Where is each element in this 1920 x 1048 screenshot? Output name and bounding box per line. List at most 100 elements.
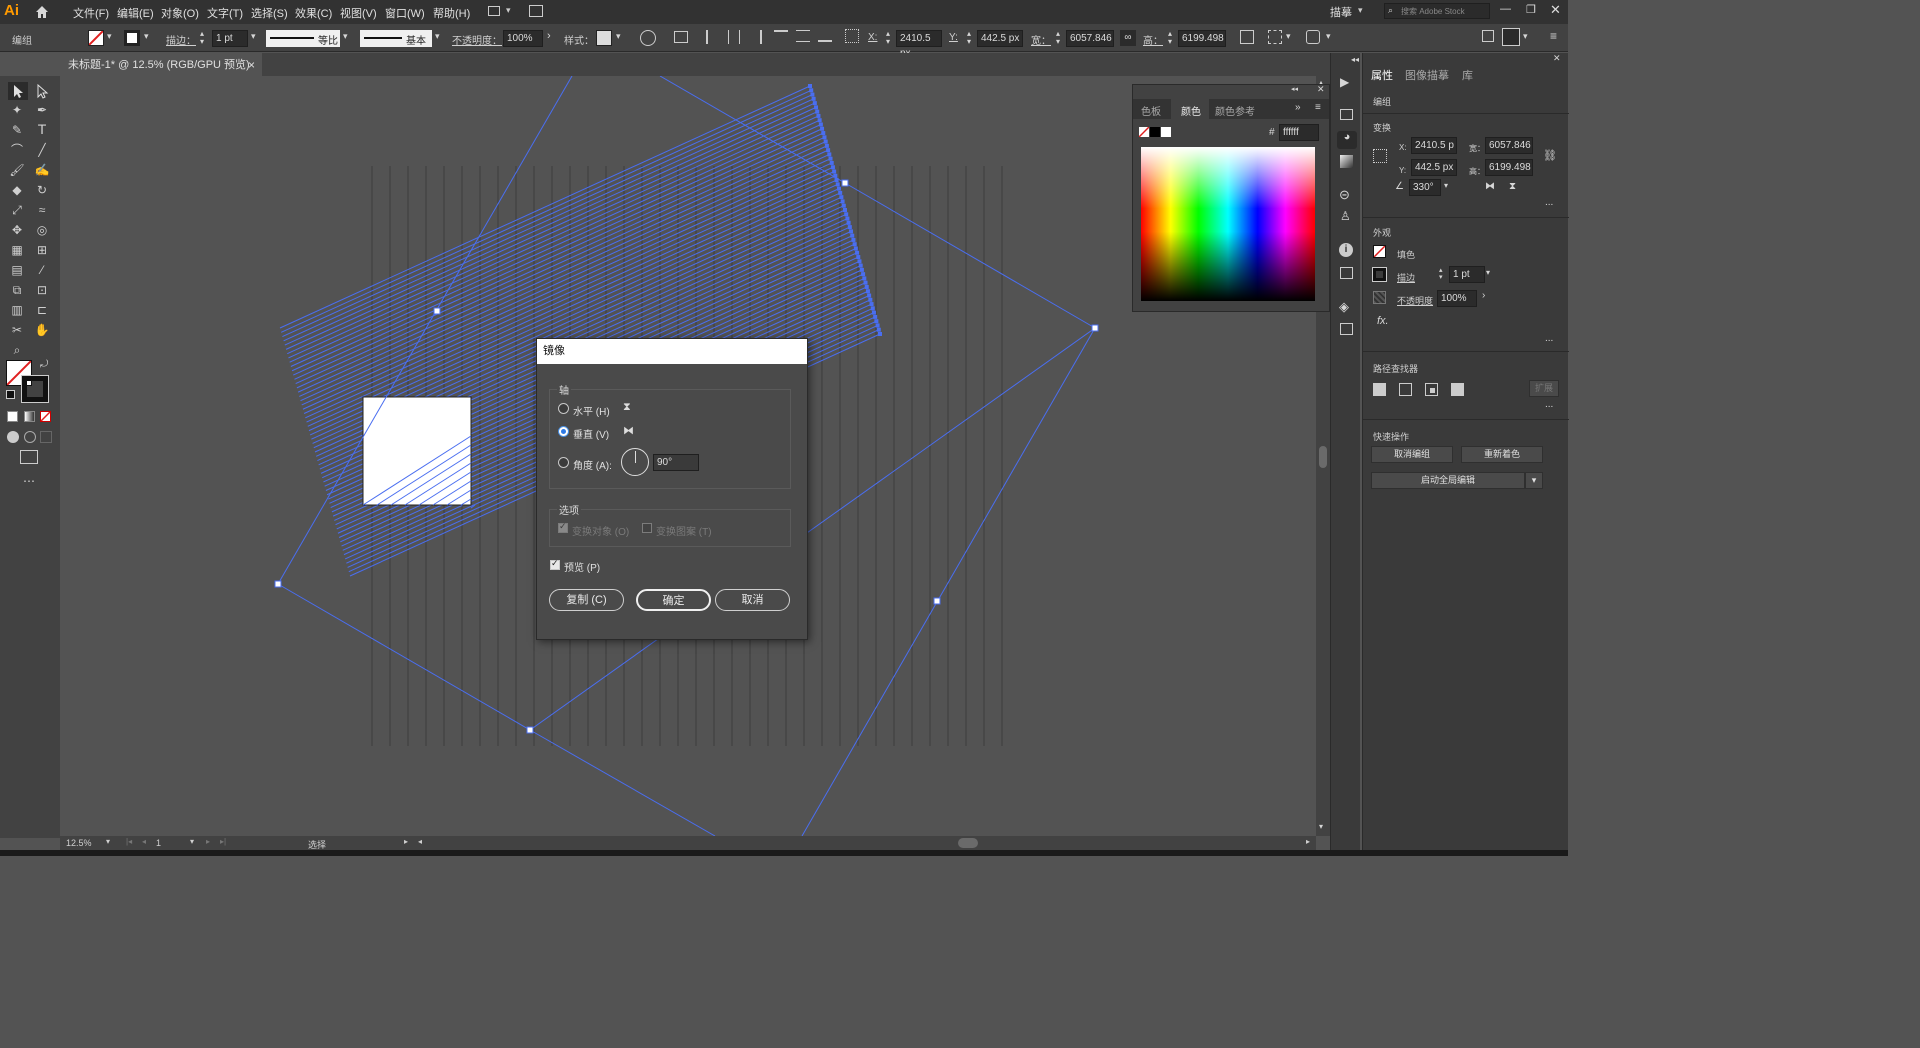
- recolor-artwork-icon[interactable]: [640, 30, 656, 46]
- menu-select[interactable]: 选择(S): [251, 5, 288, 21]
- anchor-point[interactable]: [845, 216, 850, 221]
- horizontal-radio[interactable]: [558, 403, 569, 414]
- more-panels-icon[interactable]: »: [1295, 102, 1301, 113]
- home-icon[interactable]: [34, 4, 50, 20]
- artboard-number[interactable]: 1: [156, 838, 161, 848]
- stroke-swatch[interactable]: [124, 30, 140, 46]
- anchor-point[interactable]: [859, 267, 864, 272]
- chevron-down-icon[interactable]: ▾: [106, 837, 110, 846]
- layers-icon[interactable]: ◈: [1339, 299, 1349, 315]
- anchor-point[interactable]: [851, 237, 856, 242]
- exclude-icon[interactable]: [1451, 383, 1464, 396]
- graphic-style-swatch[interactable]: [596, 30, 612, 46]
- anchor-point[interactable]: [864, 284, 869, 289]
- eyedropper-tool-icon[interactable]: ⁄: [34, 262, 50, 278]
- draw-normal-icon[interactable]: [7, 431, 19, 443]
- isolate-group-icon[interactable]: [1268, 30, 1282, 44]
- tab-image-trace[interactable]: 图像描摹: [1405, 67, 1449, 83]
- horizontal-label[interactable]: 水平 (H): [573, 403, 610, 418]
- anchor-point[interactable]: [855, 250, 860, 255]
- minus-front-icon[interactable]: [1399, 383, 1412, 396]
- anchor-point[interactable]: [868, 297, 873, 302]
- anchor-point[interactable]: [830, 165, 835, 170]
- make-envelope-icon[interactable]: [1306, 30, 1320, 44]
- anchor-point[interactable]: [841, 203, 846, 208]
- menu-lines-icon[interactable]: ≡: [1550, 29, 1557, 43]
- next-artboard-icon[interactable]: ▸: [206, 837, 210, 846]
- anchor-point[interactable]: [820, 126, 825, 131]
- more-options-icon[interactable]: ...: [1545, 399, 1553, 410]
- anchor-point[interactable]: [822, 135, 827, 140]
- chevron-down-icon[interactable]: ▾: [343, 31, 348, 42]
- width-input[interactable]: 6057.846: [1485, 137, 1533, 154]
- chevron-down-icon[interactable]: ▾: [1358, 5, 1363, 16]
- grid-layout-icon[interactable]: [1482, 30, 1494, 42]
- menu-effect[interactable]: 效果(C): [295, 5, 332, 21]
- anchor-point[interactable]: [828, 156, 833, 161]
- direct-selection-tool-icon[interactable]: [34, 82, 50, 100]
- anchor-point[interactable]: [809, 88, 814, 93]
- anchor-point[interactable]: [863, 280, 868, 285]
- anchor-point[interactable]: [865, 289, 870, 294]
- export-icon[interactable]: [1340, 267, 1353, 279]
- anchor-point[interactable]: [856, 255, 861, 260]
- draw-inside-icon[interactable]: [40, 431, 52, 443]
- anchor-point[interactable]: [817, 118, 822, 123]
- last-artboard-icon[interactable]: ▸|: [220, 837, 226, 846]
- shape-icon[interactable]: [674, 31, 688, 43]
- anchor-point[interactable]: [808, 84, 812, 88]
- anchor-point[interactable]: [849, 229, 854, 234]
- anchor-point[interactable]: [869, 302, 874, 307]
- gradient-icon[interactable]: [1340, 155, 1353, 168]
- anchor-point[interactable]: [843, 208, 847, 212]
- scroll-thumb[interactable]: [1319, 446, 1327, 468]
- shape-builder-tool-icon[interactable]: ◎: [34, 222, 50, 238]
- align-middle-icon[interactable]: [796, 30, 810, 42]
- anchor-point[interactable]: [836, 186, 841, 191]
- screen-mode-icon[interactable]: [20, 450, 38, 464]
- width-input[interactable]: 6057.846: [1066, 30, 1114, 47]
- anchor-point[interactable]: [821, 131, 826, 136]
- perspective-grid-tool-icon[interactable]: ▦: [9, 242, 25, 258]
- stepper-icon[interactable]: ▴ ▾: [1056, 30, 1060, 46]
- anchor-point[interactable]: [852, 242, 857, 247]
- default-colors-icon[interactable]: [6, 390, 15, 399]
- recolor-button[interactable]: 重新着色: [1461, 446, 1543, 463]
- anchor-point[interactable]: [812, 101, 817, 106]
- panel-close-icon[interactable]: ✕: [1317, 84, 1325, 95]
- angle-label[interactable]: 角度 (A):: [573, 457, 612, 472]
- anchor-point[interactable]: [847, 225, 852, 230]
- draw-behind-icon[interactable]: [24, 431, 36, 443]
- anchor-point[interactable]: [840, 199, 845, 204]
- selection-tool-icon[interactable]: [8, 82, 28, 100]
- restore-icon[interactable]: ❐: [1526, 3, 1536, 16]
- mesh-tool-icon[interactable]: ⊞: [34, 242, 50, 258]
- align-left-icon[interactable]: [706, 30, 718, 44]
- close-icon[interactable]: ✕: [1550, 2, 1561, 18]
- warp-tool-icon[interactable]: ≈: [34, 202, 50, 218]
- stroke-color-swatch[interactable]: [21, 375, 49, 403]
- workspace-switcher[interactable]: 描摹: [1330, 4, 1352, 20]
- chevron-down-icon[interactable]: ▾: [107, 31, 112, 42]
- chevron-down-icon[interactable]: ▾: [1444, 181, 1448, 190]
- chevron-down-icon[interactable]: ▾: [1326, 31, 1331, 42]
- fx-button[interactable]: fx.: [1377, 315, 1389, 327]
- chevron-down-icon[interactable]: ▾: [1523, 31, 1528, 42]
- anchor-point[interactable]: [878, 332, 882, 336]
- anchor-point[interactable]: [870, 306, 875, 311]
- y-input[interactable]: 442.5 px: [977, 30, 1023, 47]
- chevron-down-icon[interactable]: ▾: [616, 31, 621, 42]
- tab-swatches[interactable]: 色板: [1141, 103, 1161, 118]
- anchor-point[interactable]: [871, 310, 876, 315]
- angle-input[interactable]: 330°: [1409, 179, 1441, 196]
- anchor-point[interactable]: [857, 259, 862, 264]
- height-input[interactable]: 6199.498: [1485, 159, 1533, 176]
- copy-button[interactable]: 复制 (C): [549, 589, 624, 611]
- more-options-icon[interactable]: ...: [1545, 197, 1553, 208]
- ungroup-button[interactable]: 取消编组: [1371, 446, 1453, 463]
- chevron-down-icon[interactable]: ▾: [251, 31, 256, 42]
- chevron-down-icon[interactable]: ▾: [1286, 31, 1291, 42]
- anchor-point[interactable]: [824, 143, 829, 148]
- angle-radio[interactable]: [558, 457, 569, 468]
- chevron-down-icon[interactable]: ▾: [144, 31, 149, 42]
